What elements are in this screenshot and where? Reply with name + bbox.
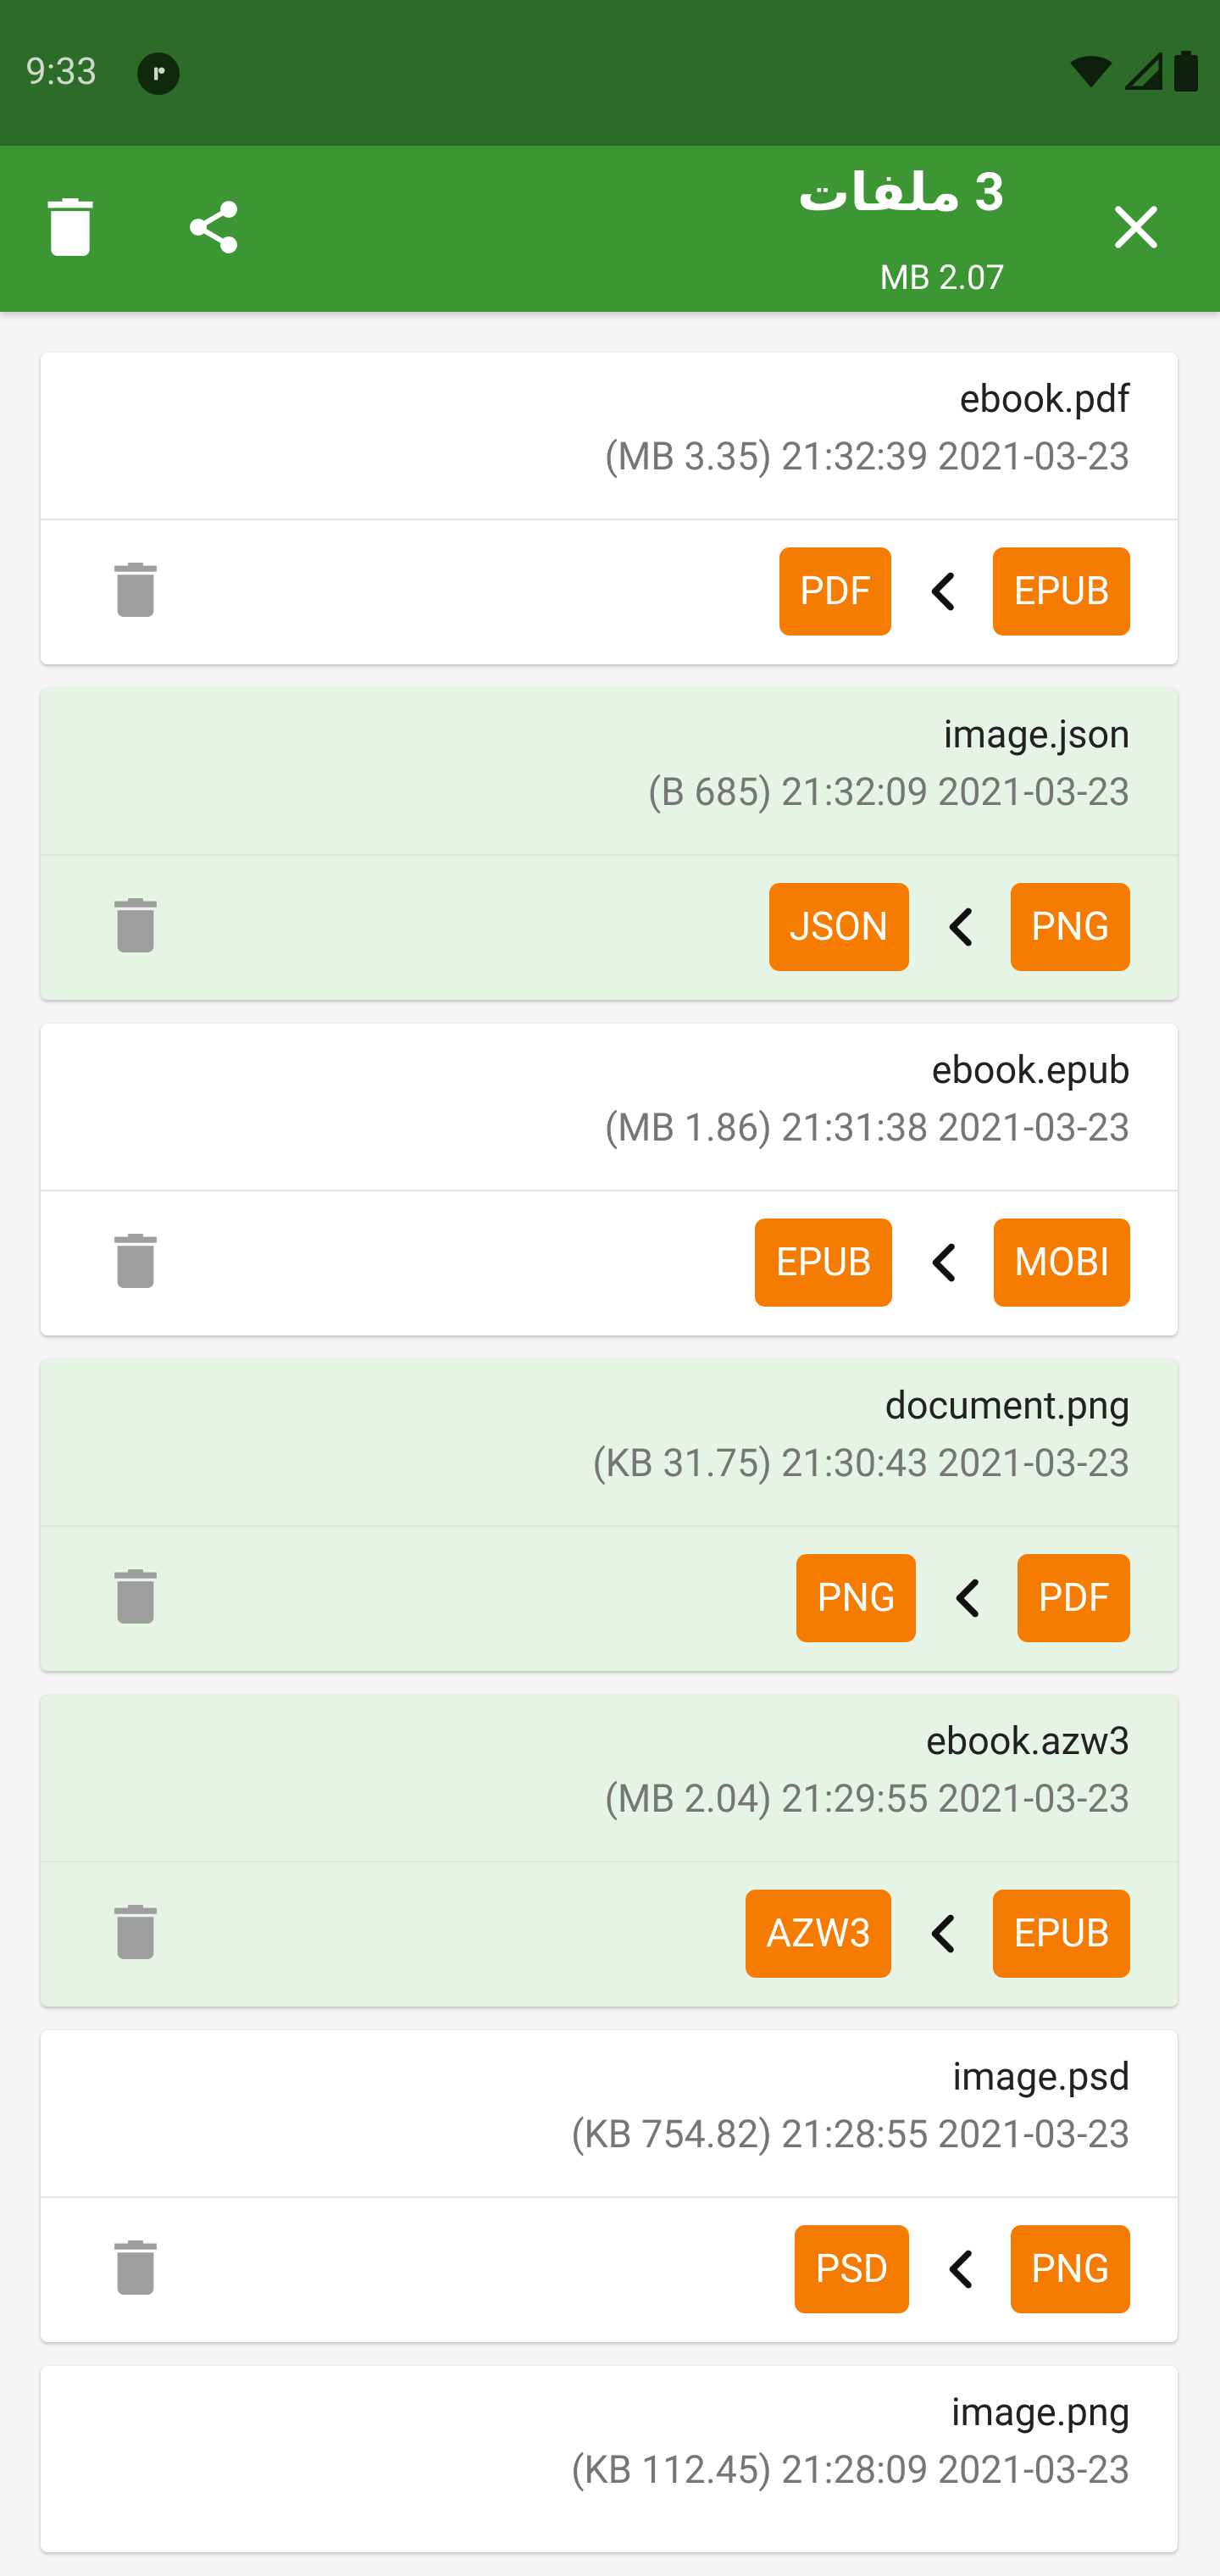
trash-icon — [114, 1234, 157, 1291]
source-format-badge: PDF — [1018, 1554, 1130, 1642]
file-card[interactable]: ebook.pdf (MB 3.35) 21:32:39 2021-03-23 EP… — [41, 353, 1178, 664]
target-format-badge: AZW3 — [746, 1890, 892, 1978]
status-time: 9:33 — [25, 49, 97, 93]
conversion-row: EPUB AZW3 — [746, 1890, 1130, 1978]
file-meta: (MB 2.04) 21:29:55 2021-03-23 — [604, 1776, 1130, 1821]
file-name: document.png — [884, 1383, 1130, 1428]
signal-icon — [1121, 48, 1163, 93]
card-divider — [41, 1190, 1178, 1191]
trash-icon — [114, 563, 157, 620]
file-meta: (MB 3.35) 21:32:39 2021-03-23 — [604, 434, 1130, 479]
file-meta: (MB 1.86) 21:31:38 2021-03-23 — [604, 1105, 1130, 1150]
status-bar: 9:33 — [0, 0, 1220, 146]
target-format-badge: PSD — [795, 2225, 909, 2313]
share-icon — [183, 197, 244, 261]
delete-file-button[interactable] — [112, 2240, 159, 2298]
target-format-badge: PDF — [779, 547, 892, 636]
file-card[interactable]: image.psd (KB 754.82) 21:28:55 2021-03-23… — [41, 2030, 1178, 2342]
conversion-row: PNG PSD — [795, 2225, 1130, 2313]
selection-size-subtitle: MB 2.07 — [879, 258, 1005, 297]
file-card[interactable]: document.png (KB 31.75) 21:30:43 2021-03-… — [41, 1359, 1178, 1671]
conversion-row: EPUB PDF — [779, 547, 1130, 636]
file-history-list: ebook.pdf (MB 3.35) 21:32:39 2021-03-23 EP… — [41, 353, 1178, 2576]
conversion-row: MOBI EPUB — [755, 1219, 1130, 1307]
battery-icon — [1174, 51, 1198, 95]
conversion-row: PNG JSON — [768, 883, 1130, 971]
source-format-badge: MOBI — [994, 1219, 1130, 1307]
system-icons — [1069, 48, 1198, 95]
target-format-badge: JSON — [768, 883, 909, 971]
trash-icon — [114, 898, 157, 956]
trash-icon — [114, 1569, 157, 1627]
file-name: image.png — [951, 2390, 1130, 2434]
delete-file-button[interactable] — [112, 1234, 159, 1291]
delete-file-button[interactable] — [112, 1569, 159, 1627]
source-format-badge: PNG — [1010, 2225, 1130, 2313]
card-divider — [41, 1525, 1178, 1527]
file-card[interactable]: ebook.azw3 (MB 2.04) 21:29:55 2021-03-23 E… — [41, 1695, 1178, 2007]
chevron-left-icon — [916, 1554, 1018, 1642]
file-meta: (B 685) 21:32:09 2021-03-23 — [647, 769, 1130, 814]
file-name: image.json — [943, 712, 1130, 757]
file-card[interactable]: image.json (B 685) 21:32:09 2021-03-23 PNG… — [41, 688, 1178, 1000]
file-name: ebook.epub — [931, 1047, 1130, 1092]
source-format-badge: PNG — [1010, 883, 1130, 971]
chevron-left-icon — [909, 2225, 1011, 2313]
file-meta: (KB 31.75) 21:30:43 2021-03-23 — [592, 1441, 1130, 1485]
delete-file-button[interactable] — [112, 898, 159, 956]
file-card[interactable]: image.png (KB 112.45) 21:28:09 2021-03-23 — [41, 2366, 1178, 2552]
file-card[interactable]: ebook.epub (MB 1.86) 21:31:38 2021-03-23 M… — [41, 1024, 1178, 1335]
chevron-left-icon — [892, 1219, 994, 1307]
file-name: ebook.pdf — [959, 376, 1130, 421]
delete-file-button[interactable] — [112, 1905, 159, 1963]
source-format-badge: EPUB — [993, 547, 1130, 636]
chevron-left-icon — [891, 547, 993, 636]
app-notification-icon — [137, 53, 180, 95]
target-format-badge: PNG — [796, 1554, 917, 1642]
share-button[interactable] — [167, 182, 260, 275]
source-format-badge: EPUB — [993, 1890, 1130, 1978]
chevron-left-icon — [891, 1890, 993, 1978]
close-selection-button[interactable] — [1090, 182, 1183, 275]
file-meta: (KB 754.82) 21:28:55 2021-03-23 — [571, 2112, 1130, 2157]
card-divider — [41, 854, 1178, 856]
delete-file-button[interactable] — [112, 563, 159, 620]
trash-icon — [114, 1905, 157, 1963]
file-name: ebook.azw3 — [925, 1718, 1130, 1763]
conversion-row: PDF PNG — [796, 1554, 1130, 1642]
trash-icon — [114, 2240, 157, 2298]
card-divider — [41, 2196, 1178, 2198]
delete-selected-button[interactable] — [24, 182, 117, 275]
file-meta: (KB 112.45) 21:28:09 2021-03-23 — [571, 2447, 1130, 2492]
selection-count-title: 3 ملفات — [797, 162, 1005, 224]
wifi-icon — [1069, 53, 1113, 93]
card-divider — [41, 519, 1178, 520]
close-icon — [1112, 203, 1160, 254]
card-divider — [41, 1861, 1178, 1863]
trash-icon — [47, 198, 94, 259]
target-format-badge: EPUB — [755, 1219, 893, 1307]
file-name: image.psd — [952, 2054, 1130, 2099]
chevron-left-icon — [909, 883, 1011, 971]
selection-app-bar: 3 ملفات MB 2.07 — [0, 146, 1220, 312]
